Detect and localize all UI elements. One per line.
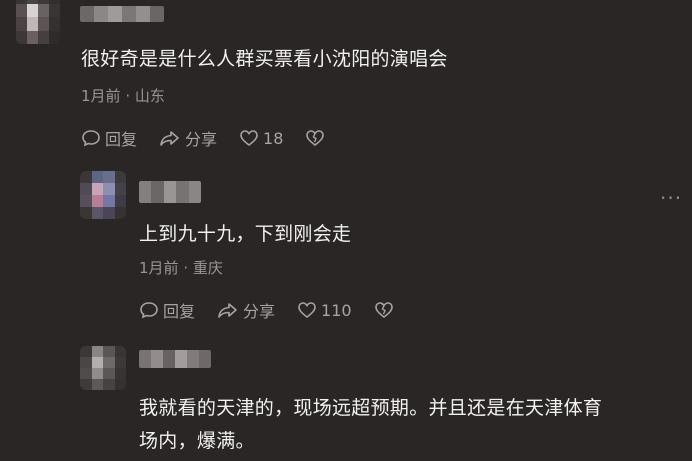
comment-actions: 回复 分享 18: [81, 126, 347, 150]
dislike-button[interactable]: [305, 128, 325, 148]
reply-button[interactable]: 回复: [139, 298, 195, 322]
like-count: 18: [263, 128, 284, 148]
meta-separator: ·: [125, 87, 131, 105]
share-label: 分享: [185, 130, 218, 149]
like-button[interactable]: 18: [239, 128, 283, 148]
share-button[interactable]: 分享: [217, 298, 275, 322]
comment-text: 很好奇是是什么人群买票看小沈阳的演唱会: [81, 48, 448, 70]
username-blurred[interactable]: [139, 350, 211, 368]
heart-icon: [240, 130, 258, 147]
username-blurred[interactable]: [139, 181, 201, 203]
like-count: 110: [321, 300, 352, 320]
more-options-button[interactable]: ···: [660, 188, 682, 208]
comment-location: 山东: [134, 87, 165, 105]
meta-separator: ·: [183, 259, 189, 277]
share-arrow-icon: [160, 131, 179, 146]
comment-text-line-1: 我就看的天津的，现场远超预期。并且还是在天津体育: [139, 397, 603, 419]
comment-1: 很好奇是是什么人群买票看小沈阳的演唱会 1月前 · 山东 回复 分享 18: [0, 0, 692, 160]
comment-meta: 1月前 · 重庆: [139, 257, 223, 278]
comment-text: 上到九十九，下到刚会走: [139, 223, 352, 245]
reply-label: 回复: [105, 130, 138, 149]
avatar[interactable]: [80, 171, 126, 219]
share-button[interactable]: 分享: [159, 126, 217, 150]
username-blurred[interactable]: [80, 6, 164, 22]
comment-actions: 回复 分享 110: [139, 298, 416, 322]
dislike-button[interactable]: [374, 300, 394, 320]
comment-3: 我就看的天津的，现场远超预期。并且还是在天津体育 场内，爆满。: [0, 340, 692, 461]
avatar[interactable]: [16, 0, 60, 44]
comment-time: 1月前: [139, 259, 179, 277]
comment-text: 我就看的天津的，现场远超预期。并且还是在天津体育 场内，爆满。: [139, 392, 679, 458]
avatar[interactable]: [80, 346, 126, 390]
comment-text-line-2: 场内，爆满。: [139, 430, 255, 452]
share-arrow-icon: [218, 303, 237, 318]
reply-bubble-icon: [82, 130, 100, 147]
like-button[interactable]: 110: [297, 300, 352, 320]
heart-icon: [298, 302, 316, 319]
comment-meta: 1月前 · 山东: [81, 85, 165, 106]
share-label: 分享: [243, 302, 276, 321]
broken-heart-icon: [374, 302, 393, 319]
reply-button[interactable]: 回复: [81, 126, 137, 150]
comment-location: 重庆: [192, 259, 223, 277]
reply-bubble-icon: [140, 302, 158, 319]
broken-heart-icon: [306, 130, 325, 147]
comment-time: 1月前: [81, 87, 121, 105]
reply-label: 回复: [163, 302, 196, 321]
comment-2: ··· 上到九十九，下到刚会走 1月前 · 重庆 回复 分享 110: [0, 165, 692, 335]
